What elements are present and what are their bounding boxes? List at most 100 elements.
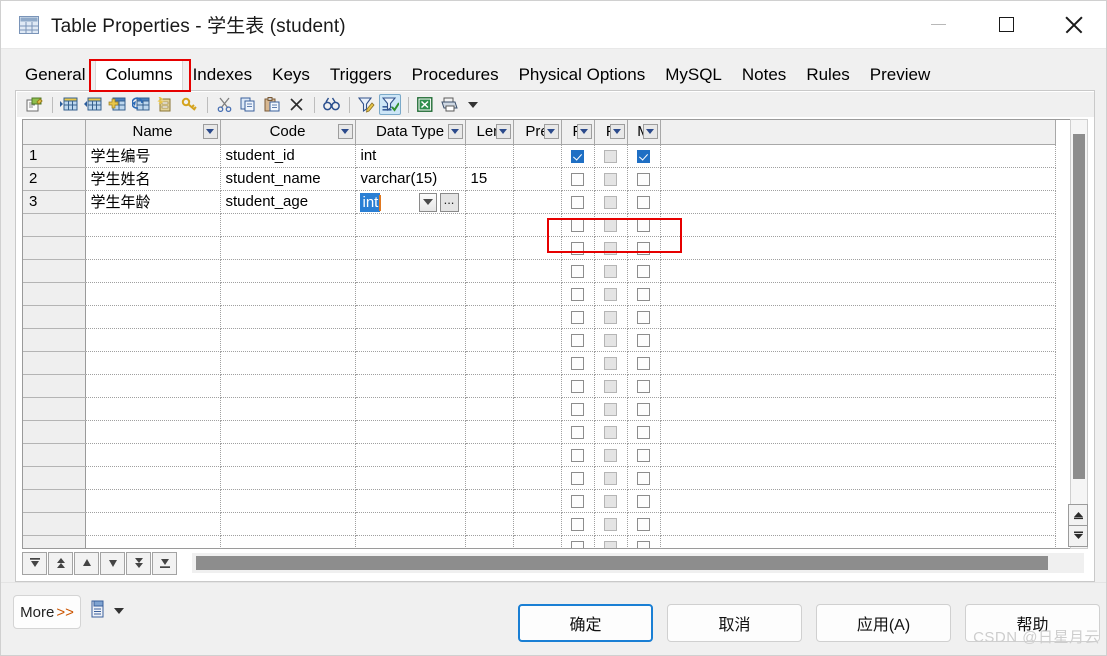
cell-name[interactable] [85,236,221,260]
f-checkbox[interactable] [604,471,617,485]
table-row-empty[interactable] [23,213,1056,237]
cell-len[interactable] [465,190,514,214]
cell-name[interactable] [85,443,221,467]
cell-m-checkbox[interactable] [627,328,661,352]
column-header-code[interactable]: Code [220,120,356,145]
p-checkbox[interactable] [571,310,584,324]
cell-p-checkbox[interactable] [561,213,595,237]
table-row-empty[interactable] [23,512,1056,536]
table-row[interactable]: 2 学生姓名 student_name varchar(15) 15 [23,167,1056,191]
p-checkbox[interactable] [571,218,584,232]
f-checkbox[interactable] [604,379,617,393]
p-checkbox[interactable] [571,264,584,278]
cell-f-checkbox[interactable] [594,535,628,548]
f-checkbox[interactable] [604,540,617,548]
m-checkbox[interactable] [637,310,650,324]
cell-len[interactable] [465,397,514,421]
column-filter-chevron-down-icon[interactable] [543,124,559,139]
cell-m-checkbox[interactable] [627,190,661,214]
cell-pre[interactable] [513,512,562,536]
cell-m-checkbox[interactable] [627,420,661,444]
m-checkbox[interactable] [637,425,650,439]
m-checkbox[interactable] [637,218,650,232]
cell-spare[interactable] [660,397,1056,421]
m-checkbox[interactable] [637,287,650,301]
cell-spare[interactable] [660,512,1056,536]
cell-code[interactable] [220,466,356,490]
scroll-bottom-icon[interactable] [1068,525,1088,547]
cell-len[interactable] [465,236,514,260]
cell-p-checkbox[interactable] [561,489,595,513]
cell-p-checkbox[interactable] [561,512,595,536]
cell-len[interactable] [465,282,514,306]
copy-record-icon[interactable] [154,94,176,115]
next-page-button[interactable] [126,551,151,575]
export-excel-icon[interactable] [414,94,436,115]
p-checkbox[interactable] [571,540,584,548]
m-checkbox[interactable] [637,333,650,347]
p-checkbox[interactable] [571,195,584,209]
p-checkbox[interactable] [571,402,584,416]
cell-name[interactable] [85,305,221,329]
tab-physical-options[interactable]: Physical Options [508,59,656,91]
tab-columns[interactable]: Columns [95,59,183,91]
cell-pre[interactable] [513,213,562,237]
p-checkbox[interactable] [571,471,584,485]
cell-spare[interactable] [660,213,1056,237]
cell-datatype[interactable] [355,420,466,444]
cell-m-checkbox[interactable] [627,374,661,398]
cell-len[interactable] [465,351,514,375]
cell-datatype[interactable] [355,374,466,398]
cell-code[interactable]: student_id [220,144,356,168]
datatype-ellipsis-icon[interactable]: ... [439,192,459,212]
m-checkbox[interactable] [637,494,650,508]
cell-m-checkbox[interactable] [627,397,661,421]
cell-f-checkbox[interactable] [594,236,628,260]
cell-code[interactable] [220,535,356,548]
f-checkbox[interactable] [604,149,617,163]
cell-name[interactable] [85,259,221,283]
help-button[interactable]: 帮助 [965,604,1100,642]
p-checkbox[interactable] [571,494,584,508]
column-header-m[interactable]: M [627,120,661,145]
cell-pre[interactable] [513,328,562,352]
cell-code[interactable] [220,512,356,536]
cell-f-checkbox[interactable] [594,466,628,490]
m-checkbox[interactable] [637,356,650,370]
cell-code[interactable] [220,236,356,260]
table-row-empty[interactable] [23,351,1056,375]
cell-len[interactable] [465,443,514,467]
grid-horizontal-scrollbar[interactable] [192,553,1084,573]
grid-vertical-scrollbar-thumb[interactable] [1073,134,1085,479]
cell-f-checkbox[interactable] [594,443,628,467]
cell-f-checkbox[interactable] [594,213,628,237]
cell-len[interactable] [465,305,514,329]
cell-pre[interactable] [513,167,562,191]
cell-datatype[interactable] [355,512,466,536]
cell-datatype[interactable] [355,397,466,421]
cell-len[interactable] [465,328,514,352]
f-checkbox[interactable] [604,356,617,370]
cell-datatype[interactable] [355,213,466,237]
cell-p-checkbox[interactable] [561,328,595,352]
cell-name[interactable] [85,213,221,237]
cell-code[interactable] [220,351,356,375]
column-header-p[interactable]: P [561,120,595,145]
column-header-pre[interactable]: Pre [513,120,562,145]
cell-spare[interactable] [660,282,1056,306]
cell-f-checkbox[interactable] [594,512,628,536]
cell-name[interactable] [85,351,221,375]
m-checkbox[interactable] [637,172,650,186]
f-checkbox[interactable] [604,218,617,232]
cell-code[interactable] [220,397,356,421]
cell-p-checkbox[interactable] [561,397,595,421]
cell-p-checkbox[interactable] [561,535,595,548]
prior-record-button[interactable] [74,551,99,575]
cell-code[interactable] [220,374,356,398]
cell-m-checkbox[interactable] [627,512,661,536]
f-checkbox[interactable] [604,287,617,301]
column-header-spare[interactable] [660,120,1056,145]
cell-f-checkbox[interactable] [594,351,628,375]
minimize-button[interactable] [904,1,972,49]
cell-name[interactable] [85,374,221,398]
